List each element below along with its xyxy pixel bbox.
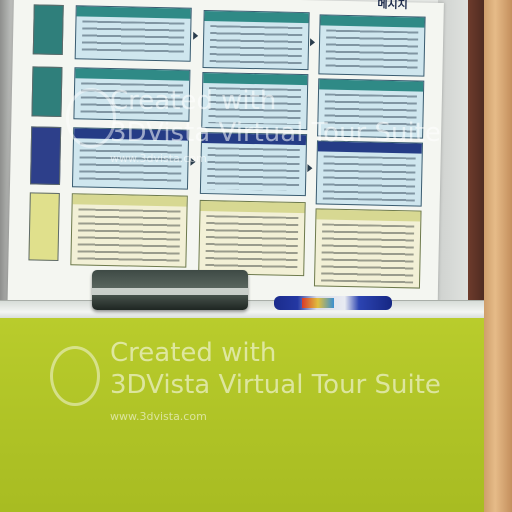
watermark-line2: 3DVista Virtual Tour Suite bbox=[110, 118, 441, 148]
watermark-url: www.3dvista.com bbox=[110, 410, 207, 423]
poster-box bbox=[70, 193, 188, 268]
poster-tab bbox=[30, 126, 62, 186]
poster-box bbox=[313, 208, 422, 289]
poster-arrow bbox=[193, 31, 199, 40]
poster-arrow bbox=[307, 164, 313, 173]
poster-box bbox=[315, 140, 423, 207]
watermark-line1: Created with bbox=[110, 86, 277, 116]
poster-tab bbox=[28, 192, 60, 261]
3dvista-logo-icon bbox=[66, 88, 116, 148]
poster-arrow bbox=[309, 38, 316, 47]
watermark-url: www.3dvista.com bbox=[110, 152, 207, 165]
watermark-line1: Created with bbox=[110, 338, 277, 368]
poster-box bbox=[198, 199, 306, 277]
wooden-door-edge bbox=[484, 0, 512, 512]
poster-box bbox=[318, 14, 426, 77]
poster-corner-label: 메시지 bbox=[377, 0, 408, 12]
marker-label bbox=[302, 298, 334, 308]
3dvista-logo-icon bbox=[50, 346, 100, 406]
eraser-felt bbox=[92, 288, 248, 295]
poster-tab bbox=[31, 66, 63, 118]
poster-box bbox=[202, 9, 310, 71]
poster-box bbox=[74, 5, 192, 62]
watermark-line2: 3DVista Virtual Tour Suite bbox=[110, 370, 441, 400]
photo-scene: 메시지 Created with 3DVista Virtual Tour Su… bbox=[0, 0, 512, 512]
poster-tab bbox=[32, 4, 64, 56]
